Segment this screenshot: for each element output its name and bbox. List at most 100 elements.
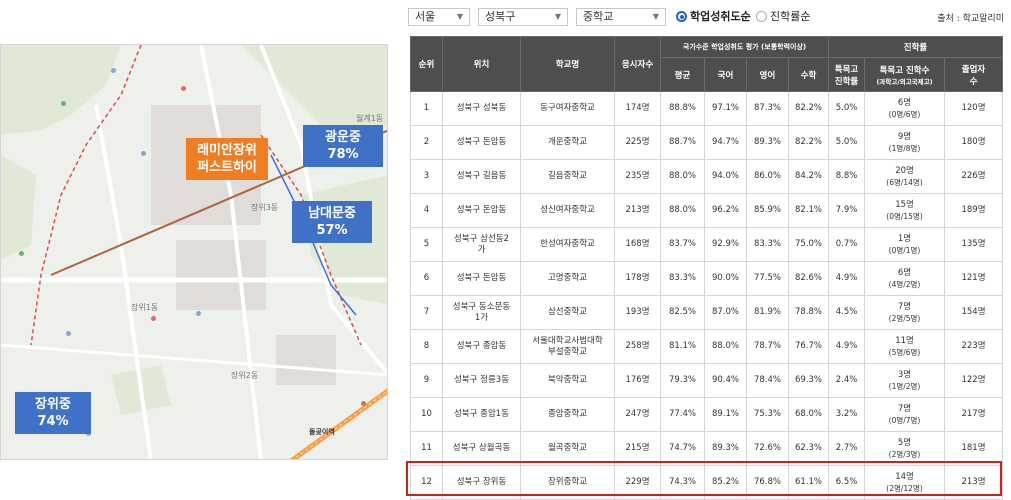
cell-location: 성북구 정릉3동 (442, 363, 521, 398)
table-row[interactable]: 7 성북구 동소문동 1가 삼선중학교 193명 82.5% 87.0% 81.9% 78.8… (410, 295, 1004, 330)
school-map[interactable]: 장위1동 장위2동 장위3동 월계1동 돌곶이역 래미안장위 퍼스트하이 광운중… (0, 44, 388, 460)
cell-school: 서울대학교사범대학 부설중학교 (520, 329, 615, 364)
map-pin-icon[interactable] (151, 316, 156, 321)
cell-english: 75.3% (746, 397, 789, 432)
header-special-count-sub: (과학고/외고국제고) (876, 77, 933, 86)
area-jangwi1: 장위1동 (131, 303, 159, 312)
cell-school: 월곡중학교 (520, 431, 615, 466)
cell-special-count: 11명 (5명/6명) (864, 329, 946, 364)
cell-korean: 90.4% (704, 363, 747, 398)
cell-korean: 89.1% (704, 397, 747, 432)
district-select[interactable]: 성북구 ▼ (478, 8, 568, 26)
cell-special-count-total: 11명 (895, 335, 914, 346)
radio-achievement-label: 학업성취도순 (690, 10, 751, 23)
cell-special-rate: 2.4% (828, 363, 866, 398)
map-pin-icon[interactable] (196, 311, 201, 316)
cell-avg: 74.3% (660, 465, 705, 500)
cell-special-count: 7명 (2명/5명) (864, 295, 946, 330)
map-pin-icon[interactable] (181, 86, 186, 91)
cell-math: 68.0% (787, 397, 830, 432)
cell-special-count-total: 15명 (895, 199, 914, 210)
city-select[interactable]: 서울 ▼ (408, 8, 470, 26)
radio-progress-label: 진학률순 (770, 10, 811, 23)
cell-english: 72.6% (746, 431, 789, 466)
cell-special-count-total: 5명 (897, 437, 912, 448)
cell-graduates: 223명 (944, 329, 1004, 364)
filter-bar: 서울 ▼ 성북구 ▼ 중학교 ▼ 학업성취도순 진학률순 출처 : 학교알리미 (408, 6, 1008, 28)
cell-korean: 97.1% (704, 91, 747, 126)
cell-graduates: 122명 (944, 363, 1004, 398)
cell-location: 성북구 장위동 (442, 465, 521, 500)
table-row[interactable]: 6 성북구 돈암동 고명중학교 178명 83.3% 90.0% 77.5% 82.6% 4.9… (410, 261, 1004, 296)
table-row[interactable]: 1 성북구 성북동 동구여자중학교 174명 88.8% 97.1% 87.3% 82.2% 5… (410, 91, 1004, 126)
cell-graduates: 181명 (944, 431, 1004, 466)
table-row[interactable]: 12 성북구 장위동 장위중학교 229명 74.3% 85.2% 76.8% 61.1% 6.… (410, 465, 1004, 500)
cell-special-count: 20명 (6명/14명) (864, 159, 946, 194)
map-pin-icon[interactable] (19, 251, 24, 256)
cell-special-rate: 5.0% (828, 125, 866, 160)
cell-special-count-breakdown: (2명/5명) (888, 313, 921, 323)
cell-graduates: 213명 (944, 465, 1004, 500)
cell-special-rate: 8.8% (828, 159, 866, 194)
school-ranking-table: 순위 위치 학교명 응시자수 국가수준 학업성취도 평가 (보통학력이상) 진학… (410, 36, 1004, 500)
header-location: 위치 (442, 36, 521, 92)
table-row[interactable]: 5 성북구 삼선동2 가 한성여자중학교 168명 83.7% 92.9% 83.3% 75.… (410, 227, 1004, 262)
cell-korean: 85.2% (704, 465, 747, 500)
cell-graduates: 180명 (944, 125, 1004, 160)
header-rank: 순위 (410, 36, 443, 92)
map-pin-icon[interactable] (61, 101, 66, 106)
cell-rank: 4 (410, 193, 443, 228)
dropdown-caret-icon: ▼ (652, 12, 659, 21)
radio-progress[interactable]: 진학률순 (756, 10, 810, 24)
header-avg: 평균 (660, 57, 705, 92)
header-students: 응시자수 (614, 36, 661, 92)
cell-avg: 88.8% (660, 91, 705, 126)
map-label-gwangun-text: 광운중 78% (325, 130, 361, 162)
map-pin-icon[interactable] (66, 331, 71, 336)
cell-special-count: 6명 (4명/2명) (864, 261, 946, 296)
cell-korean: 89.3% (704, 431, 747, 466)
cell-korean: 94.7% (704, 125, 747, 160)
map-pin-icon[interactable] (111, 68, 116, 73)
cell-special-count: 3명 (1명/2명) (864, 363, 946, 398)
cell-avg: 82.5% (660, 295, 705, 330)
cell-special-count-breakdown: (6명/14명) (886, 177, 923, 187)
area-jangwi3: 장위3동 (251, 203, 279, 212)
cell-school: 삼선중학교 (520, 295, 615, 330)
cell-english: 77.5% (746, 261, 789, 296)
map-pin-icon[interactable] (141, 151, 146, 156)
cell-students: 174명 (614, 91, 661, 126)
cell-english: 78.7% (746, 329, 789, 364)
table-row[interactable]: 3 성북구 길음동 길음중학교 235명 88.0% 94.0% 86.0% 84.2% 8.8… (410, 159, 1004, 194)
map-label-namdaemun[interactable]: 남대문중 57% (292, 201, 372, 243)
table-row[interactable]: 4 성북구 돈암동 성신여자중학교 213명 88.0% 96.2% 85.9% 82.1% 7… (410, 193, 1004, 228)
map-label-raemian[interactable]: 래미안장위 퍼스트하이 (186, 138, 268, 180)
cell-rank: 5 (410, 227, 443, 262)
radio-achievement[interactable]: 학업성취도순 (676, 10, 751, 24)
school-type-select[interactable]: 중학교 ▼ (576, 8, 666, 26)
cell-students: 258명 (614, 329, 661, 364)
cell-school: 장위중학교 (520, 465, 615, 500)
map-pin-icon[interactable] (361, 401, 366, 406)
table-row[interactable]: 11 성북구 상월곡동 월곡중학교 215명 74.7% 89.3% 72.6% 62.3% 2… (410, 431, 1004, 466)
cell-graduates: 217명 (944, 397, 1004, 432)
cell-special-count-total: 20명 (895, 165, 914, 176)
table-row[interactable]: 9 성북구 정릉3동 북악중학교 176명 79.3% 90.4% 78.4% 69.3% 2.… (410, 363, 1004, 398)
station-dolgoji[interactable]: 돌곶이역 (309, 427, 335, 437)
table-row[interactable]: 8 성북구 종암동 서울대학교사범대학 부설중학교 258명 81.1% 88.0% 78.… (410, 329, 1004, 364)
table-row[interactable]: 2 성북구 돈암동 개운중학교 225명 88.7% 94.7% 89.3% 82.2% 5.0… (410, 125, 1004, 160)
cell-math: 61.1% (787, 465, 830, 500)
map-label-jangwi[interactable]: 장위중 74% (15, 392, 91, 434)
cell-special-rate: 6.5% (828, 465, 866, 500)
cell-location: 성북구 종암동 (442, 329, 521, 364)
cell-math: 84.2% (787, 159, 830, 194)
map-label-gwangun[interactable]: 광운중 78% (303, 125, 383, 167)
cell-english: 83.3% (746, 227, 789, 262)
cell-special-count: 5명 (2명/3명) (864, 431, 946, 466)
table-row[interactable]: 10 성북구 종암1동 종암중학교 247명 77.4% 89.1% 75.3% 68.0% 3… (410, 397, 1004, 432)
cell-avg: 81.1% (660, 329, 705, 364)
cell-special-count-breakdown: (2명/3명) (888, 449, 921, 459)
cell-special-count: 7명 (0명/7명) (864, 397, 946, 432)
cell-english: 86.0% (746, 159, 789, 194)
district-select-value: 성북구 (485, 10, 516, 23)
